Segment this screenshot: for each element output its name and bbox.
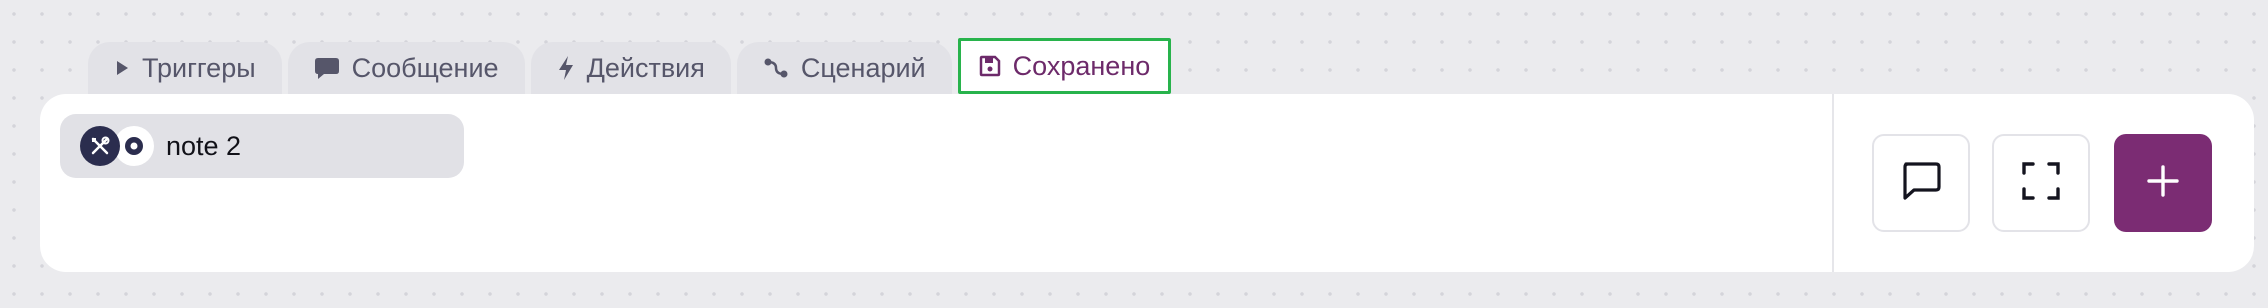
tab-triggers[interactable]: Триггеры (88, 42, 282, 94)
tab-scenario[interactable]: Сценарий (736, 42, 952, 94)
tab-bar: Триггеры Сообщение Действия Сценарий Сох… (88, 38, 1177, 94)
tab-label: Действия (586, 52, 705, 83)
saved-item-chip[interactable]: note 2 (60, 114, 464, 178)
save-icon (979, 55, 1001, 77)
tab-label: Сообщение (351, 52, 499, 83)
tab-label: Сохранено (1012, 50, 1151, 81)
fullscreen-icon (2020, 160, 2062, 207)
tab-actions[interactable]: Действия (530, 42, 731, 94)
lightning-icon (557, 55, 575, 81)
tab-label: Сценарий (800, 52, 926, 83)
plus-icon (2146, 164, 2180, 203)
panel-divider (1832, 94, 1834, 272)
editor-panel: note 2 (40, 94, 2254, 272)
tools-icon (80, 126, 120, 166)
tab-message[interactable]: Сообщение (287, 42, 525, 94)
record-icon (114, 126, 154, 166)
tab-label: Триггеры (142, 52, 256, 83)
play-icon (114, 59, 130, 77)
saved-item-label: note 2 (166, 130, 242, 161)
tab-saved[interactable]: Сохранено (957, 38, 1172, 94)
add-button[interactable] (2114, 134, 2212, 232)
comment-button[interactable] (1872, 134, 1970, 232)
chat-bubble-icon (314, 56, 340, 80)
comment-icon (1898, 158, 1944, 209)
fullscreen-button[interactable] (1992, 134, 2090, 232)
flow-icon (763, 56, 789, 80)
